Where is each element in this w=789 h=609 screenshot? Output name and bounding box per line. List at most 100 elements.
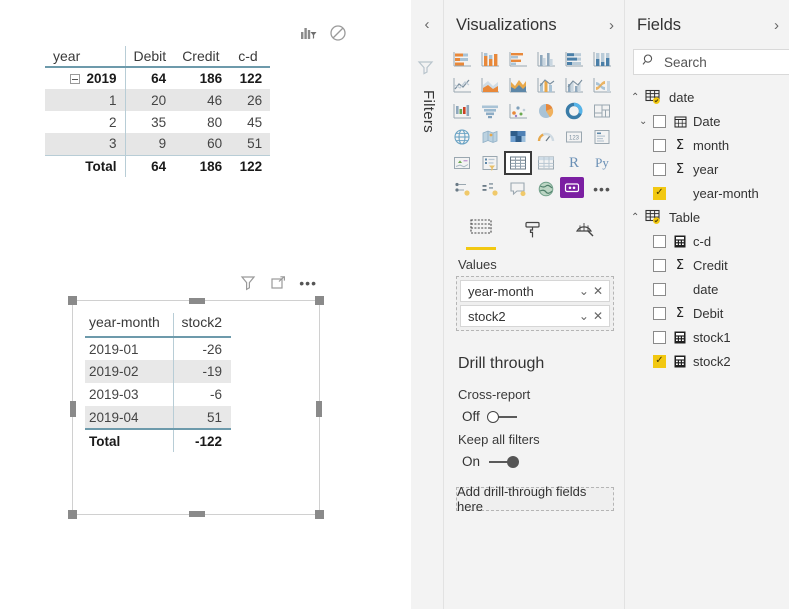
treemap-icon[interactable]: [588, 99, 616, 123]
matrix-row-label[interactable]: 2019: [45, 67, 126, 89]
field-checkbox[interactable]: [653, 138, 666, 152]
matrix-row-label[interactable]: 2: [45, 111, 126, 133]
filter-applied-icon[interactable]: [299, 24, 317, 42]
data-table[interactable]: year-month stock2 2019-01 -26 2019-02 -1…: [85, 313, 231, 452]
clustered-bar-chart-icon[interactable]: [504, 47, 532, 71]
matrix-col-header-3[interactable]: c-d: [230, 46, 270, 67]
field-checkbox[interactable]: [653, 114, 666, 128]
resize-handle-left[interactable]: [70, 401, 76, 417]
waterfall-chart-icon[interactable]: [448, 99, 476, 123]
funnel-chart-icon[interactable]: [476, 99, 504, 123]
table-col-header-0[interactable]: year-month: [85, 313, 174, 337]
resize-handle-top-right[interactable]: [315, 296, 324, 305]
blocked-icon[interactable]: [329, 24, 347, 42]
line-stacked-column-chart-icon[interactable]: [532, 73, 560, 97]
key-influencers-icon[interactable]: [448, 177, 476, 201]
table-row[interactable]: 2019-02 -19: [85, 360, 231, 383]
expand-visualizations-button[interactable]: ›: [609, 17, 614, 34]
line-chart-icon[interactable]: [448, 73, 476, 97]
resize-handle-bottom-left[interactable]: [68, 510, 77, 519]
chevron-down-icon[interactable]: ⌄: [577, 284, 591, 298]
field-pill[interactable]: year-month ⌄ ✕: [460, 280, 610, 302]
arcgis-map-icon[interactable]: [532, 177, 560, 201]
table-row[interactable]: 2019-01 -26: [85, 337, 231, 360]
field-checkbox[interactable]: [653, 162, 666, 176]
stacked-area-chart-icon[interactable]: [504, 73, 532, 97]
drill-through-drop-zone[interactable]: Add drill-through fields here: [456, 484, 614, 514]
visual-selection-frame[interactable]: year-month stock2 2019-01 -26 2019-02 -1…: [68, 296, 324, 519]
resize-handle-top-left[interactable]: [68, 296, 77, 305]
table-row[interactable]: 2 35 80 45: [45, 111, 270, 133]
keep-all-filters-toggle[interactable]: [487, 455, 520, 469]
stacked-bar-chart-icon[interactable]: [448, 47, 476, 71]
collapse-icon[interactable]: [70, 74, 81, 85]
matrix-col-header-0[interactable]: year: [45, 46, 126, 67]
100-stacked-bar-chart-icon[interactable]: [560, 47, 588, 71]
table-row[interactable]: 2019-04 51: [85, 406, 231, 429]
field-checkbox[interactable]: [653, 354, 666, 368]
table-row[interactable]: 1 20 46 26: [45, 89, 271, 111]
field-checkbox[interactable]: [653, 258, 666, 272]
search-input[interactable]: Search: [633, 49, 789, 75]
custom-visual-icon[interactable]: [560, 177, 584, 198]
resize-handle-right[interactable]: [316, 401, 322, 417]
chevron-down-icon[interactable]: ⌄: [639, 116, 653, 127]
area-chart-icon[interactable]: [476, 73, 504, 97]
filled-map-icon[interactable]: [476, 125, 504, 149]
matrix-col-header-2[interactable]: Credit: [174, 46, 230, 67]
field-checkbox[interactable]: [653, 234, 666, 248]
analytics-tab[interactable]: [570, 220, 600, 250]
clustered-column-chart-icon[interactable]: [532, 47, 560, 71]
table-row[interactable]: 2019-03 -6: [85, 383, 231, 406]
report-canvas[interactable]: year Debit Credit c-d 2019 64 186 122 1 …: [0, 0, 411, 609]
focus-mode-icon[interactable]: [269, 274, 287, 292]
table-row[interactable]: 3 9 60 51: [45, 133, 271, 155]
filters-pane-collapsed[interactable]: ‹ Filters: [411, 0, 444, 609]
field-checkbox[interactable]: [653, 306, 666, 320]
fields-table-date[interactable]: ⌃ date: [625, 85, 789, 109]
matrix-visual[interactable]: year Debit Credit c-d 2019 64 186 122 1 …: [45, 20, 355, 177]
100-stacked-column-chart-icon[interactable]: [588, 47, 616, 71]
more-options-icon[interactable]: •••: [299, 275, 317, 291]
expand-fields-button[interactable]: ›: [774, 17, 779, 34]
gauge-icon[interactable]: [532, 125, 560, 149]
field-stock1[interactable]: stock1: [625, 325, 789, 349]
field-Credit[interactable]: Σ Credit: [625, 253, 789, 277]
stacked-column-chart-icon[interactable]: [476, 47, 504, 71]
fields-table-Table[interactable]: ⌃ Table: [625, 205, 789, 229]
multi-row-card-icon[interactable]: [588, 125, 616, 149]
field-checkbox[interactable]: [653, 330, 666, 344]
visual-type-gallery[interactable]: 123 R Py •••: [444, 45, 624, 207]
matrix-row-label[interactable]: 1: [45, 89, 126, 111]
remove-field-icon[interactable]: ✕: [591, 309, 605, 323]
pie-chart-icon[interactable]: [532, 99, 560, 123]
collapse-filters-button[interactable]: ‹: [417, 16, 437, 33]
donut-chart-icon[interactable]: [560, 99, 588, 123]
table-icon[interactable]: [504, 151, 532, 175]
chevron-up-icon[interactable]: ⌃: [631, 92, 645, 103]
field-Date[interactable]: ⌄ Date: [625, 109, 789, 133]
python-visual-icon[interactable]: Py: [588, 151, 616, 175]
field-year[interactable]: Σ year: [625, 157, 789, 181]
cross-report-toggle-row[interactable]: Off: [444, 402, 624, 424]
table-visual[interactable]: ••• year-month stock2 2019-01 -26 2019-0…: [60, 270, 325, 519]
field-date[interactable]: date: [625, 277, 789, 301]
cross-report-toggle[interactable]: [486, 410, 519, 424]
decomposition-tree-icon[interactable]: [476, 177, 504, 201]
field-c-d[interactable]: c-d: [625, 229, 789, 253]
table-row[interactable]: 2019 64 186 122: [45, 67, 270, 89]
card-icon[interactable]: 123: [560, 125, 588, 149]
matrix-table[interactable]: year Debit Credit c-d 2019 64 186 122 1 …: [45, 46, 271, 177]
format-tab[interactable]: [518, 220, 548, 250]
chevron-up-icon[interactable]: ⌃: [631, 212, 645, 223]
scatter-chart-icon[interactable]: [504, 99, 532, 123]
field-checkbox[interactable]: [653, 282, 666, 296]
map-icon[interactable]: [448, 125, 476, 149]
matrix-col-header-1[interactable]: Debit: [125, 46, 174, 67]
resize-handle-bottom[interactable]: [189, 511, 205, 517]
field-checkbox[interactable]: [653, 186, 666, 200]
kpi-icon[interactable]: [448, 151, 476, 175]
fields-tab[interactable]: [466, 217, 496, 250]
more-visuals-icon[interactable]: •••: [588, 177, 616, 201]
shape-map-icon[interactable]: [504, 125, 532, 149]
